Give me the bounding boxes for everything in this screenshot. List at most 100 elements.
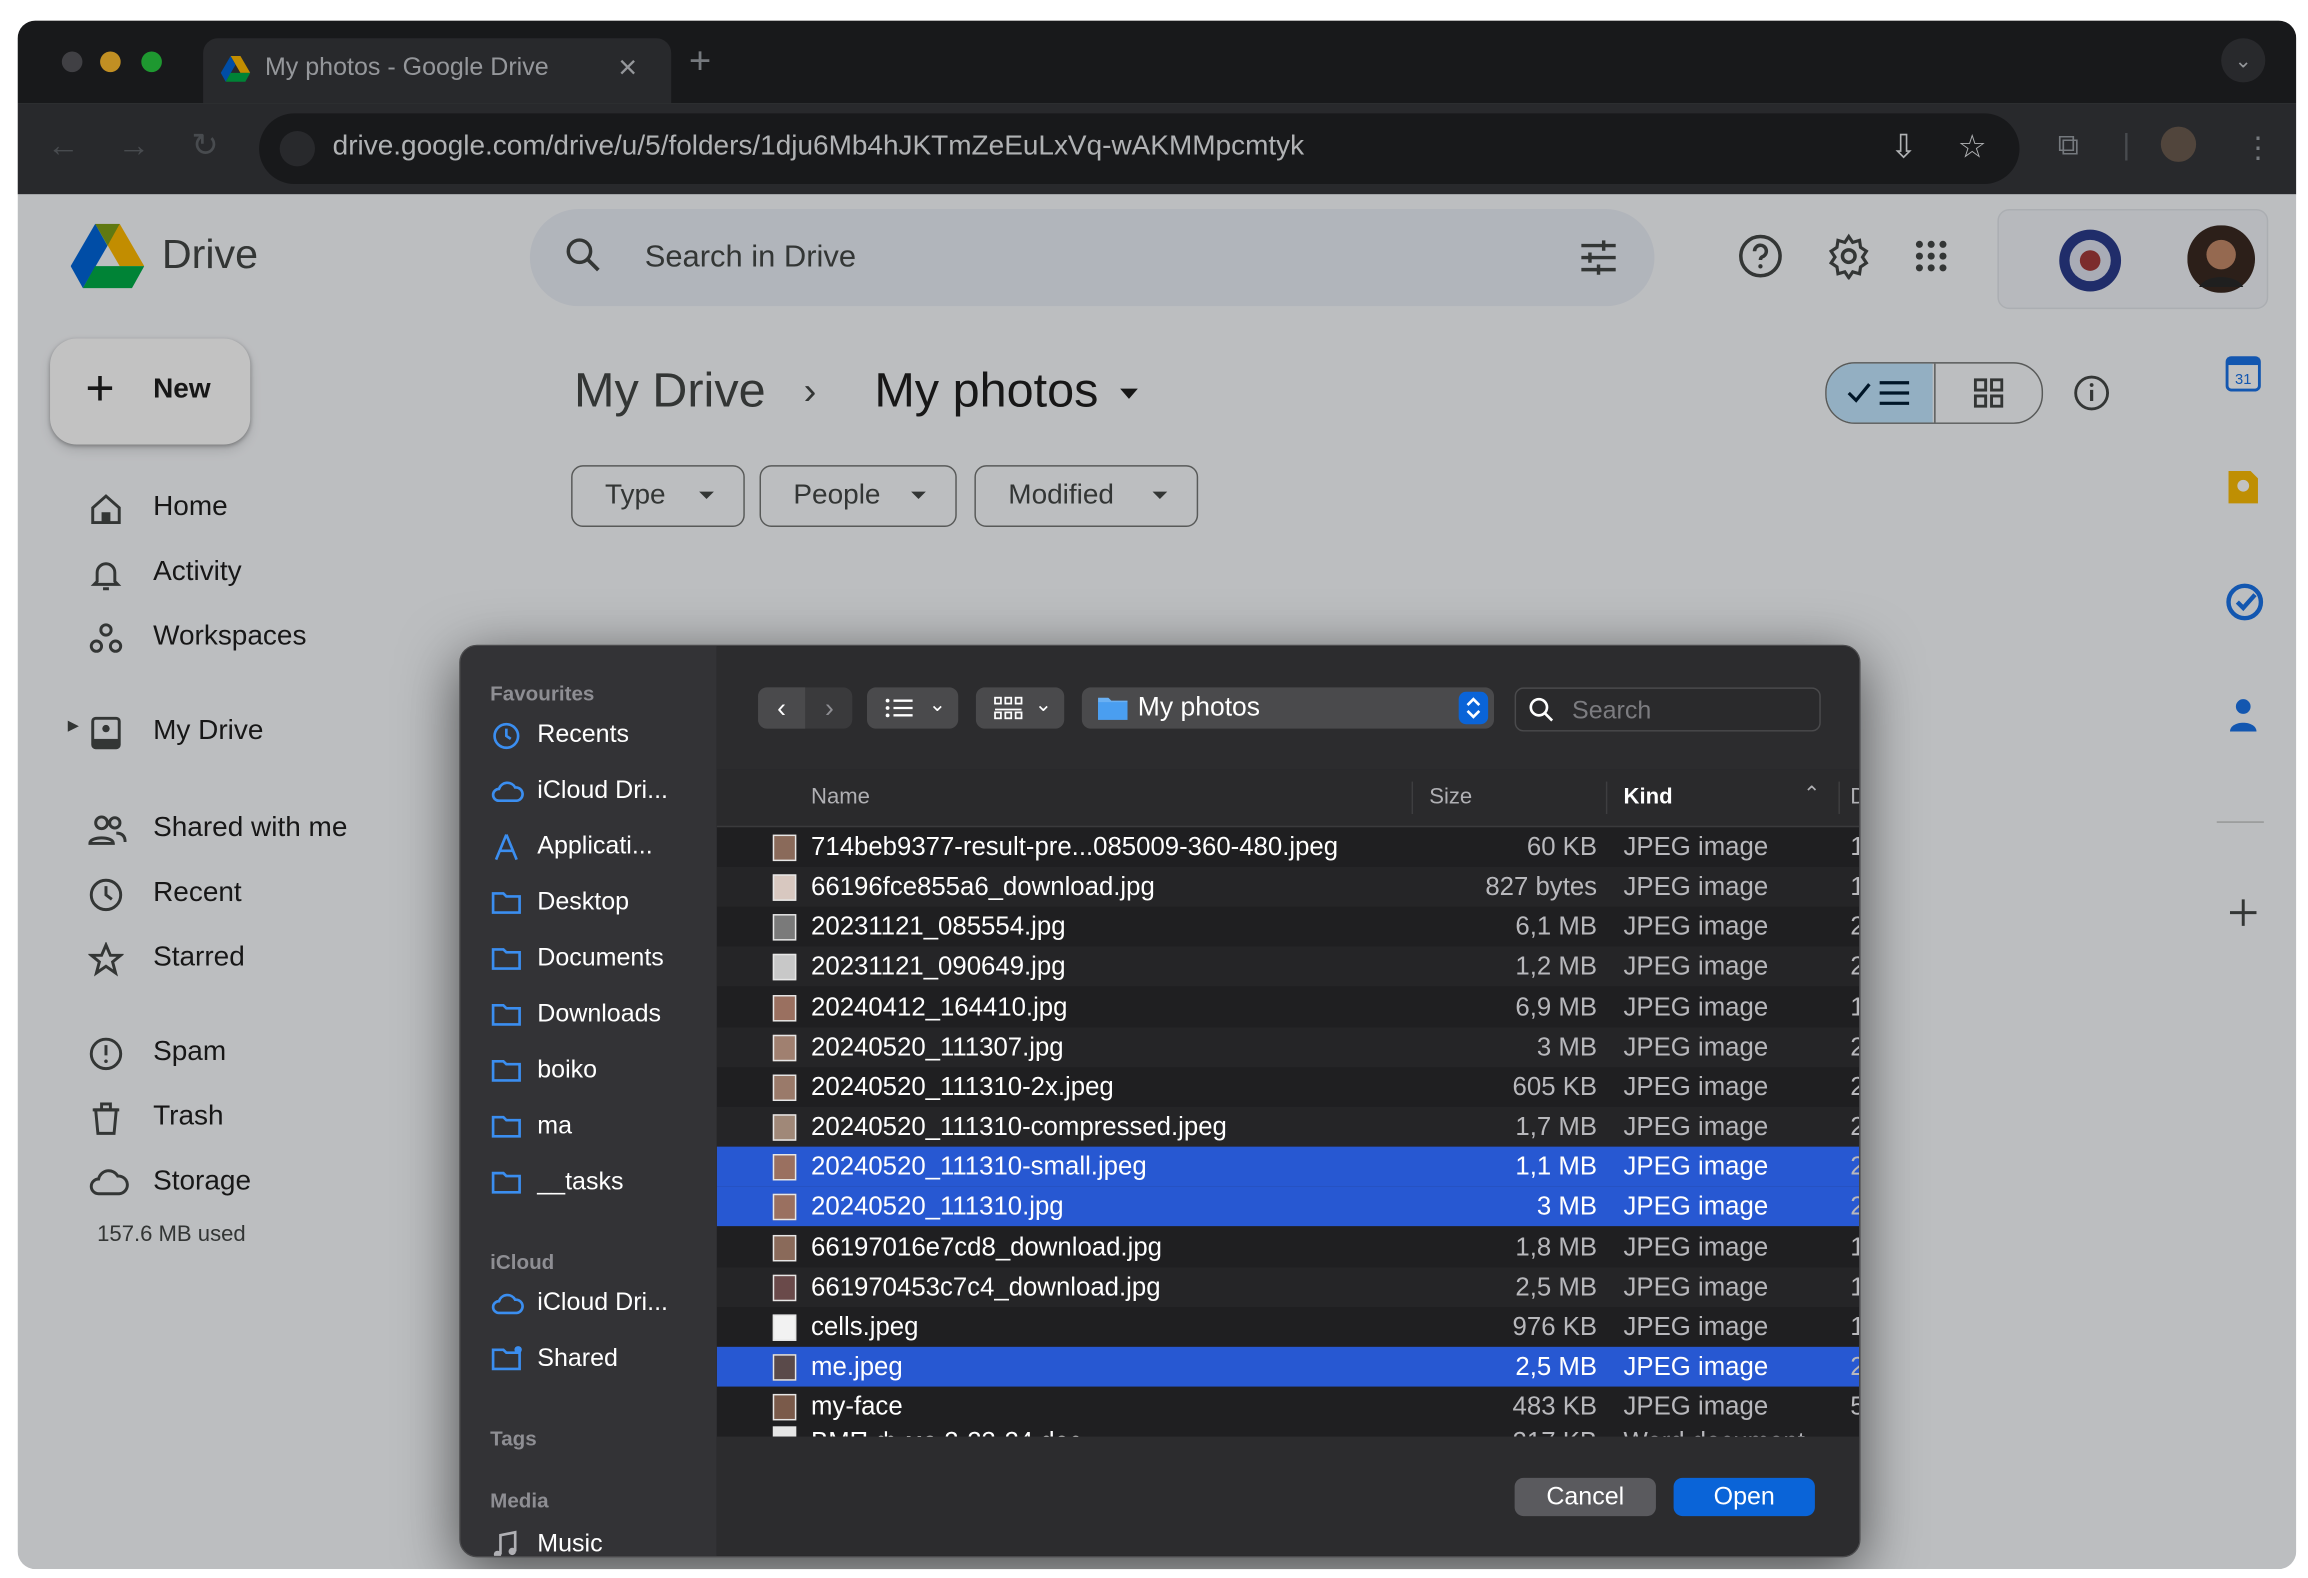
sidebar-item-label: iCloud Dri... [537,775,668,804]
column-date[interactable]: D [1850,785,1859,810]
location-label: My photos [1137,691,1261,722]
image-thumbnail-icon [772,1194,797,1221]
file-name: 714beb9377-result-pre...085009-360-480.j… [811,831,1339,862]
file-date-partial: 1 [1850,1311,1859,1342]
file-row[interactable]: 20231121_090649.jpg 1,2 MB JPEG image 2 [716,947,1860,987]
column-name[interactable]: Name [811,785,870,810]
cancel-button[interactable]: Cancel [1514,1477,1656,1517]
image-thumbnail-icon [772,1154,797,1181]
file-date-partial: 1 [1850,1231,1859,1262]
file-row[interactable]: 20231121_085554.jpg 6,1 MB JPEG image 2 [717,907,1859,947]
file-name: 66197016e7cd8_download.jpg [811,1231,1162,1261]
image-thumbnail-icon [772,1354,797,1381]
sidebar-item-shared[interactable]: Shared [490,1338,711,1382]
file-kind: JPEG image [1623,1151,1769,1181]
file-size: 1,2 MB [1515,951,1598,981]
file-size: 605 KB [1512,1071,1598,1101]
sidebar-item-label: Applicati... [537,831,653,860]
file-date-partial: 1 [1850,991,1859,1022]
group-options-button[interactable]: ⌄ [975,687,1065,729]
list-view-options-button[interactable]: ⌄ [866,687,959,729]
file-row[interactable]: 714beb9377-result-pre...085009-360-480.j… [717,827,1859,867]
column-size[interactable]: Size [1429,785,1472,810]
image-thumbnail-icon [772,874,797,902]
nav-back-forward-group: ‹ › [758,687,853,729]
sidebar-item-label: Desktop [537,887,630,916]
sidebar-item-label: Recents [537,719,630,748]
image-thumbnail-icon [772,994,797,1021]
clock-icon [493,722,520,750]
file-name: 20240520_111310-2x.jpeg [811,1071,1114,1101]
file-row[interactable]: cells.jpeg 976 KB JPEG image 1 [717,1307,1859,1347]
file-row[interactable]: 661970453c7c4_download.jpg 2,5 MB JPEG ima… [716,1266,1860,1307]
file-date-partial: 2 [1850,1031,1859,1062]
sidebar-item-icloud-drive-2[interactable]: iCloud Dri... [490,1282,711,1326]
column-kind[interactable]: Kind [1624,785,1673,810]
shared-folder-icon [491,1346,522,1371]
file-date-partial: 2 [1850,1151,1859,1182]
image-thumbnail-icon [772,914,797,942]
file-row[interactable]: 20240412_164410.jpg 6,9 MB JPEG image 1 [717,987,1859,1027]
sidebar-item-ma[interactable]: ma [490,1105,711,1149]
sidebar-item-icloud-drive[interactable]: iCloud Dri... [490,770,711,814]
file-kind: JPEG image [1623,1311,1769,1341]
image-thumbnail-icon [772,954,797,981]
sidebar-item-applications[interactable]: Applicati... [490,826,711,870]
sidebar-item-label: iCloud Dri... [537,1287,668,1316]
sidebar-item-recents[interactable]: Recents [490,714,711,758]
file-size: 976 KB [1512,1311,1598,1341]
dialog-footer: Cancel Open [716,1436,1860,1556]
favourites-header: Favourites [490,681,595,706]
media-header: Media [490,1488,549,1512]
file-name: my-face [811,1391,903,1421]
sidebar-item-downloads[interactable]: Downloads [490,994,711,1038]
file-row[interactable]: 66197016e7cd8_download.jpg 1,8 MB JPEG ima… [717,1227,1859,1267]
sidebar-item-boiko[interactable]: boiko [490,1049,711,1093]
file-row[interactable]: me.jpeg 2,5 MB JPEG image 2 [716,1346,1860,1387]
image-thumbnail-icon [772,1274,797,1301]
open-button[interactable]: Open [1673,1477,1815,1517]
file-row[interactable]: 20240520_111310-compressed.jpeg 1,7 MB JPE… [716,1106,1860,1147]
folder-icon [491,1115,521,1138]
forward-chevron-icon[interactable]: › [807,687,853,728]
grid-group-icon [994,696,1023,720]
file-row[interactable]: 20240520_111310-2x.jpeg 605 KB JPEG image 2 [717,1067,1859,1107]
music-note-icon [493,1530,517,1556]
file-date-partial: 1 [1850,832,1859,863]
file-row[interactable]: my-face 483 KB JPEG image 5 [717,1387,1859,1427]
location-popup[interactable]: My photos [1081,687,1495,729]
image-thumbnail-icon [772,1114,797,1141]
back-chevron-icon[interactable]: ‹ [758,687,806,729]
folder-icon [491,1004,521,1026]
file-date-partial: 1 [1850,1271,1859,1302]
sidebar-item-tasks[interactable]: __tasks [490,1161,711,1205]
file-row[interactable]: 20240520_111310-small.jpeg 1,1 MB JPEG ima… [716,1146,1860,1187]
column-divider [1605,781,1608,814]
file-size: 1,1 MB [1515,1151,1598,1181]
file-date-partial: 2 [1850,1111,1859,1142]
sidebar-item-documents[interactable]: Documents [490,938,711,982]
image-thumbnail-icon [772,1074,797,1101]
file-size: 3 MB [1536,1031,1598,1061]
finder-search-input[interactable] [1569,693,1811,729]
file-row[interactable]: 20240520_111310.jpg 3 MB JPEG image 2 [716,1186,1860,1227]
browser-window: My photos - Google Drive × + ⌄ ← → ↻ dri… [17,20,2297,1570]
finder-sidebar: Favourites Recents iCloud Dri... Applica… [460,646,717,1556]
column-divider [1411,781,1414,814]
cloud-icon [491,1293,524,1315]
file-name: 20231121_090649.jpg [811,951,1066,981]
folder-icon [491,1171,521,1194]
updown-stepper-icon [1458,691,1489,725]
file-size: 60 KB [1526,831,1598,862]
finder-search[interactable] [1514,687,1821,732]
file-row[interactable]: 20240520_111307.jpg 3 MB JPEG image 2 [716,1027,1860,1067]
sort-ascending-icon[interactable]: ⌃ [1803,782,1820,807]
image-thumbnail-icon [772,1234,797,1261]
file-row[interactable]: 66196fce855a6_download.jpg 827 bytes JPEG … [716,867,1860,907]
cloud-icon [491,781,524,803]
sidebar-item-desktop[interactable]: Desktop [490,882,711,926]
sidebar-item-music[interactable]: Music [490,1523,711,1556]
tags-header: Tags [490,1426,537,1450]
partial-file-row[interactable]: ВМП ф-ма 2-23-24.doc 217 KB Word documen… [717,1423,1859,1437]
folder-icon [491,892,521,914]
